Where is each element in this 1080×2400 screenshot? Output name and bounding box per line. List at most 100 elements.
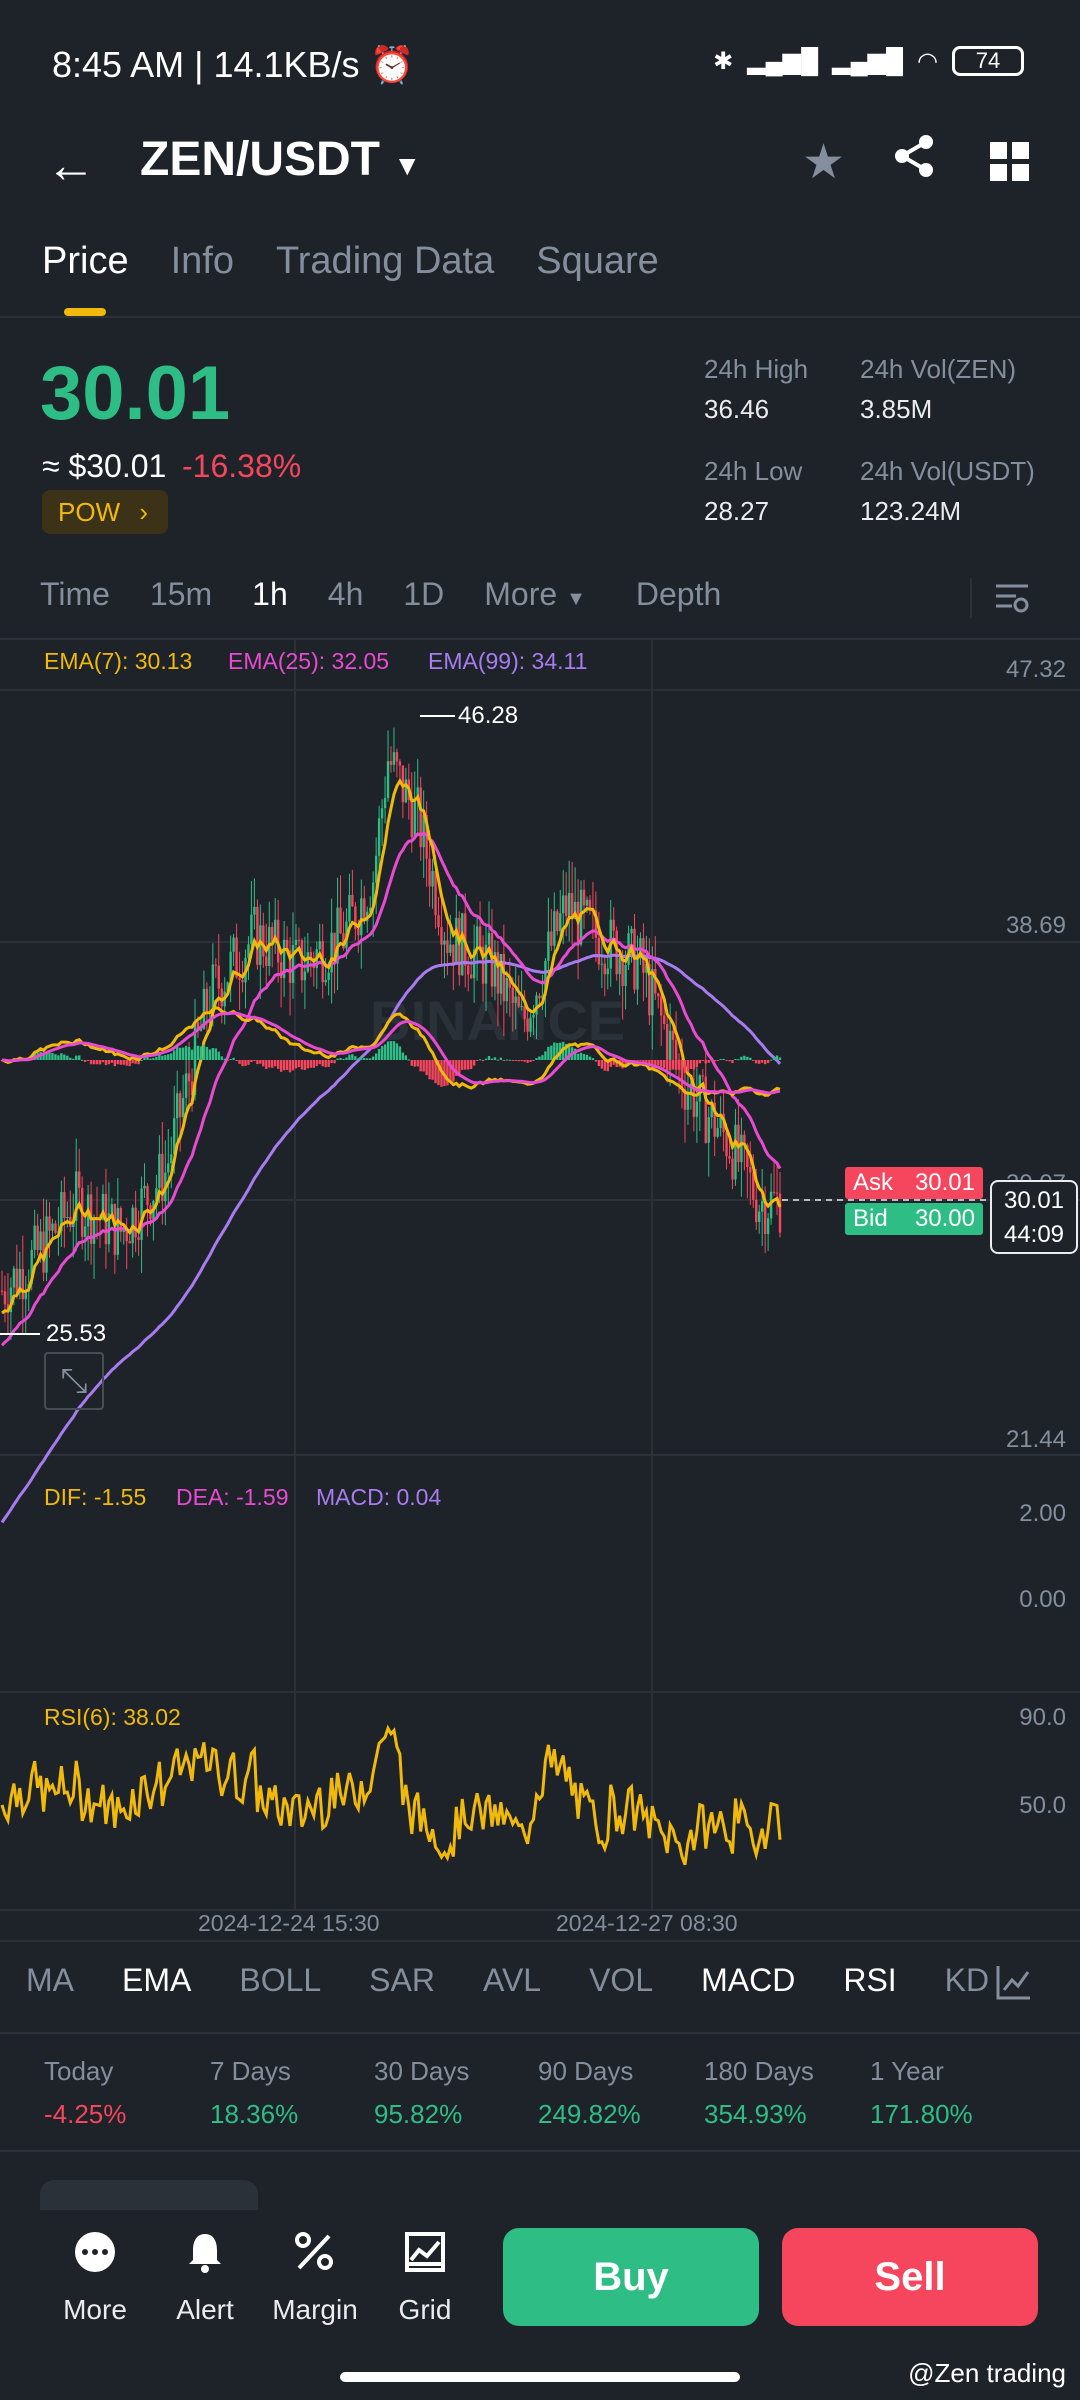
macd-bar: [680, 1060, 684, 1072]
macd-histogram: [0, 1041, 782, 1087]
tab-info[interactable]: Info: [171, 240, 234, 283]
home-indicator[interactable]: [340, 2372, 740, 2382]
macd-bar: [526, 1060, 529, 1063]
macd-bar: [262, 1060, 265, 1067]
candle-body: [3, 1291, 7, 1305]
macd-bar: [173, 1050, 176, 1060]
grid-menu-icon[interactable]: [990, 142, 1030, 187]
expand-icon[interactable]: ⤡: [44, 1352, 104, 1410]
candle-body: [535, 995, 538, 1015]
candle-body: [15, 1268, 19, 1294]
candle-body: [603, 963, 607, 975]
candle-body: [630, 928, 633, 934]
more-icon: [40, 2230, 150, 2286]
macd-bar: [161, 1055, 164, 1060]
candle-body: [175, 1093, 179, 1119]
macd-bar: [404, 1055, 408, 1060]
candle-body: [725, 1132, 728, 1157]
candle-body: [294, 939, 298, 946]
candle-body: [514, 996, 517, 1003]
perf-7d: 7 Days 18.36%: [210, 2056, 299, 2129]
ind-sar[interactable]: SAR: [369, 1962, 435, 1999]
nav-alert[interactable]: Alert: [150, 2230, 260, 2326]
tag-badge[interactable]: POW ›: [42, 490, 168, 534]
macd-bar: [247, 1060, 250, 1065]
tab-square[interactable]: Square: [536, 240, 659, 283]
macd-bar: [360, 1056, 363, 1060]
macd-bar: [184, 1046, 188, 1060]
candle-body: [374, 855, 378, 883]
candle-body: [734, 1124, 737, 1180]
candle-body: [318, 941, 321, 950]
macd-bar: [401, 1052, 405, 1060]
candle-body: [83, 1226, 87, 1237]
macd-bar: [677, 1060, 681, 1070]
star-icon[interactable]: ★: [802, 134, 845, 190]
macd-bar: [152, 1058, 155, 1060]
macd-bar: [250, 1060, 253, 1062]
macd-bar: [140, 1059, 143, 1061]
macd-bar: [772, 1057, 776, 1060]
candle-body: [585, 899, 589, 906]
candle-body: [330, 932, 333, 973]
tf-4h[interactable]: 4h: [328, 576, 364, 613]
perf-30d: 30 Days 95.82%: [374, 2056, 470, 2129]
candle-body: [478, 926, 482, 947]
macd-bar: [229, 1059, 232, 1061]
nav-more[interactable]: More: [40, 2230, 150, 2326]
tf-depth[interactable]: Depth: [636, 576, 721, 613]
macd-bar: [48, 1052, 51, 1060]
tf-1h[interactable]: 1h: [252, 576, 288, 613]
candle-body: [621, 958, 624, 986]
macd-bar: [315, 1060, 318, 1067]
candle-body: [327, 972, 330, 981]
ind-ema[interactable]: EMA: [122, 1962, 191, 1999]
macd-bar: [461, 1060, 464, 1070]
pair-selector[interactable]: ZEN/USDT ▼: [140, 132, 421, 187]
status-bar: 8:45 AM | 14.1KB/s ⏰ ✱ ▂▄▆█ ▂▄▆█ ◠ 74: [0, 0, 1080, 130]
sell-button[interactable]: Sell: [782, 2228, 1038, 2326]
macd-bar: [704, 1060, 707, 1064]
tf-time[interactable]: Time: [40, 576, 110, 613]
macd-bar: [193, 1046, 197, 1060]
candle-body: [12, 1268, 16, 1288]
macd-bar: [300, 1060, 304, 1070]
candle-body: [532, 1014, 535, 1018]
macd-bar: [232, 1057, 235, 1060]
candle-body: [398, 761, 402, 766]
macd-bar: [205, 1046, 209, 1060]
candlestick-chart[interactable]: BINANCE: [0, 640, 1080, 1940]
nav-margin[interactable]: Margin: [260, 2230, 370, 2326]
macd-bar: [734, 1059, 737, 1061]
candle-body: [487, 933, 491, 945]
ind-avl[interactable]: AVL: [483, 1962, 541, 1999]
tab-trading-data[interactable]: Trading Data: [276, 240, 494, 283]
tf-more[interactable]: More ▼: [484, 576, 586, 613]
status-icons: ✱ ▂▄▆█ ▂▄▆█ ◠ 74: [713, 46, 1024, 76]
macd-bar: [312, 1060, 315, 1068]
candle-body: [763, 1201, 767, 1234]
chart-settings-icon[interactable]: [994, 580, 1030, 621]
nav-grid[interactable]: Grid: [370, 2230, 480, 2326]
tf-15m[interactable]: 15m: [150, 576, 212, 613]
macd-bar: [407, 1059, 411, 1061]
macd-bar: [749, 1057, 752, 1060]
ind-rsi[interactable]: RSI: [843, 1962, 896, 1999]
share-icon[interactable]: [890, 132, 938, 185]
ind-ma[interactable]: MA: [26, 1962, 74, 1999]
vol-usdt-label: 24h Vol(USDT): [860, 456, 1035, 486]
candle-body: [21, 1268, 24, 1300]
ind-kd[interactable]: KD: [945, 1962, 989, 1999]
tab-price[interactable]: Price: [42, 240, 129, 283]
indicator-settings-icon[interactable]: [996, 1964, 1032, 2005]
macd-bar: [276, 1060, 280, 1069]
ind-macd[interactable]: MACD: [701, 1962, 795, 1999]
buy-button[interactable]: Buy: [503, 2228, 759, 2326]
macd-bar: [585, 1054, 589, 1060]
candle-body: [636, 958, 639, 990]
back-icon[interactable]: ←: [46, 136, 96, 194]
tf-1d[interactable]: 1D: [403, 576, 444, 613]
ind-boll[interactable]: BOLL: [239, 1962, 321, 1999]
macd-bar: [348, 1054, 351, 1060]
ind-vol[interactable]: VOL: [589, 1962, 653, 1999]
